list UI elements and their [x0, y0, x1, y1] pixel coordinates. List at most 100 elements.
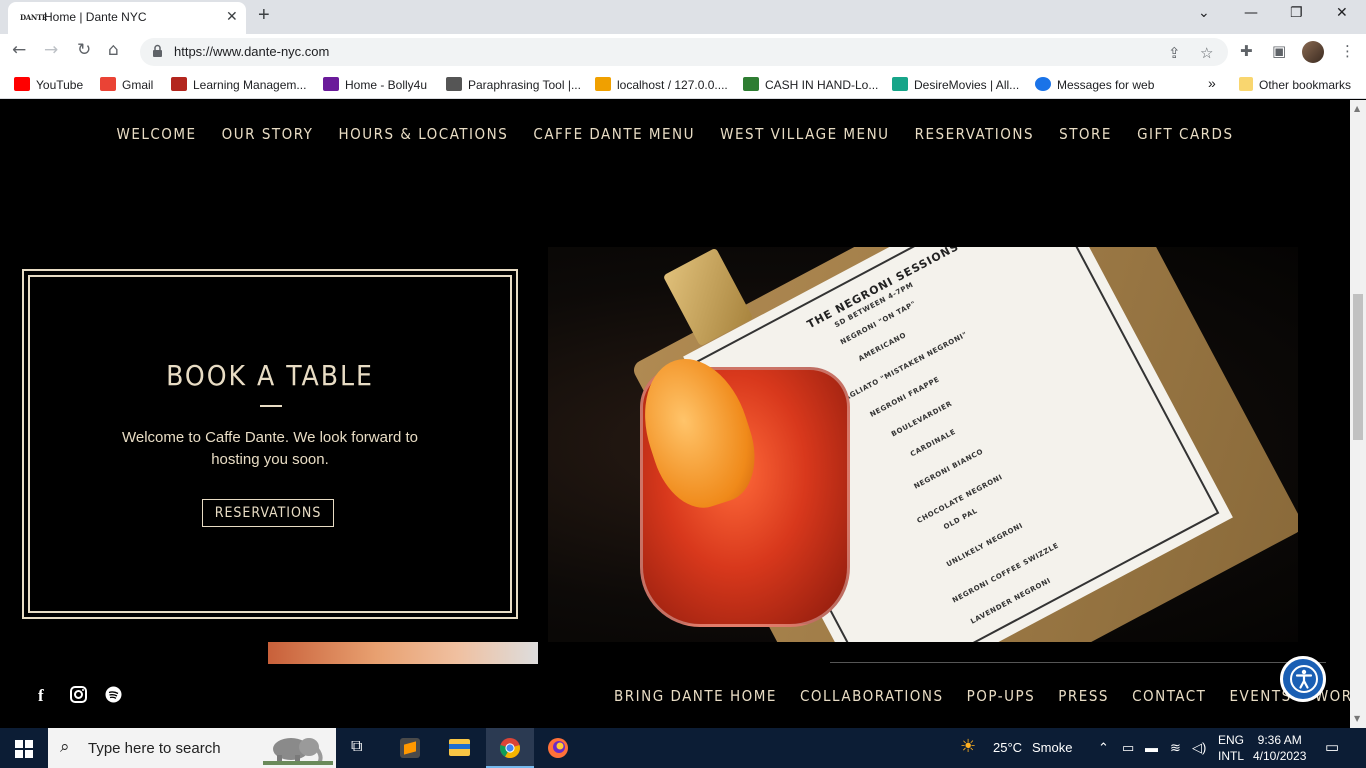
- sublime-text-app[interactable]: [386, 728, 434, 768]
- file-explorer-app[interactable]: [435, 728, 483, 768]
- bookmarks-bar: YouTube Gmail Learning Managem... Home -…: [0, 70, 1366, 99]
- dante-favicon-icon: DANTE: [20, 13, 47, 22]
- gmail-icon: [100, 77, 116, 91]
- title-divider: [260, 405, 282, 407]
- chrome-app[interactable]: [486, 728, 534, 768]
- footer-collaborations[interactable]: COLLABORATIONS: [800, 687, 944, 705]
- cash-icon: [743, 77, 759, 91]
- bookmark-localhost[interactable]: localhost / 127.0.0....: [595, 77, 728, 92]
- footer: f BRING DANTE HOME COLLABORATIONS POP-UP…: [0, 664, 1350, 728]
- bookmark-lms[interactable]: Learning Managem...: [171, 77, 306, 92]
- bookmark-label: localhost / 127.0.0....: [617, 78, 728, 92]
- bookmark-label: Messages for web: [1057, 78, 1155, 92]
- instagram-icon[interactable]: [70, 686, 87, 708]
- battery-icon[interactable]: ▬: [1145, 740, 1158, 755]
- other-bookmarks-label: Other bookmarks: [1259, 78, 1352, 92]
- web-page: WELCOME OUR STORY HOURS & LOCATIONS CAFF…: [0, 100, 1350, 728]
- nav-welcome[interactable]: WELCOME: [116, 125, 196, 143]
- bookmark-desiremovies[interactable]: DesireMovies | All...: [892, 77, 1019, 92]
- weather-icon[interactable]: ☀: [960, 736, 976, 757]
- tab-search-chevron-icon[interactable]: ⌄: [1198, 5, 1210, 21]
- footer-contact[interactable]: CONTACT: [1132, 687, 1206, 705]
- footer-pop-ups[interactable]: POP-UPS: [967, 687, 1036, 705]
- firefox-app[interactable]: [534, 728, 582, 768]
- bookmark-bolly4u[interactable]: Home - Bolly4u: [323, 77, 427, 92]
- clock-time: 9:36 AM: [1257, 733, 1302, 747]
- new-tab-icon[interactable]: +: [258, 4, 270, 27]
- nav-store[interactable]: STORE: [1059, 125, 1112, 143]
- page-scrollbar[interactable]: ▲ ▼: [1350, 100, 1366, 728]
- nav-reservations[interactable]: RESERVATIONS: [915, 125, 1034, 143]
- minimize-icon[interactable]: —: [1244, 5, 1258, 21]
- phpmyadmin-icon: [595, 77, 611, 91]
- share-icon[interactable]: ⇪: [1168, 44, 1181, 62]
- negroni-hero-image: THE NEGRONI SESSIONS SD BETWEEN 4-7PM NE…: [548, 247, 1298, 642]
- tab-title: Home | Dante NYC: [44, 10, 147, 24]
- windows-start-icon[interactable]: [15, 740, 33, 758]
- system-clock[interactable]: 9:36 AM 4/10/2023: [1253, 732, 1306, 764]
- reservations-button[interactable]: RESERVATIONS: [202, 499, 334, 527]
- tray-chevron-icon[interactable]: ⌃: [1098, 740, 1109, 756]
- messages-icon: [1035, 77, 1051, 91]
- nav-caffe-dante-menu[interactable]: CAFFE DANTE MENU: [533, 125, 695, 143]
- accessibility-icon[interactable]: [1280, 656, 1326, 702]
- taskbar-search-placeholder: Type here to search: [88, 740, 221, 757]
- language-code: ENG: [1218, 733, 1245, 747]
- weather-condition[interactable]: Smoke: [1032, 740, 1072, 755]
- nav-gift-cards[interactable]: GIFT CARDS: [1137, 125, 1233, 143]
- bookmark-youtube[interactable]: YouTube: [14, 77, 83, 92]
- bookmark-gmail[interactable]: Gmail: [100, 77, 153, 92]
- forward-icon[interactable]: →: [44, 40, 58, 60]
- reload-icon[interactable]: ↻: [77, 40, 91, 60]
- book-a-table-panel: BOOK A TABLE Welcome to Caffe Dante. We …: [22, 269, 518, 619]
- scroll-down-icon[interactable]: ▼: [1354, 714, 1360, 723]
- tab-close-icon[interactable]: ✕: [226, 9, 238, 25]
- restore-icon[interactable]: ❐: [1290, 5, 1303, 21]
- bookmark-messages[interactable]: Messages for web: [1035, 77, 1154, 92]
- chrome-icon: [500, 738, 520, 759]
- url-text: https://www.dante-nyc.com: [174, 44, 330, 59]
- taskbar-search-box[interactable]: ⌕ Type here to search: [48, 728, 336, 768]
- weather-temp[interactable]: 25°C: [993, 740, 1022, 755]
- volume-icon[interactable]: ◁): [1192, 740, 1206, 756]
- footer-press[interactable]: PRESS: [1058, 687, 1109, 705]
- bookmark-label: Home - Bolly4u: [345, 78, 428, 92]
- footer-bring-dante-home[interactable]: BRING DANTE HOME: [614, 687, 777, 705]
- other-bookmarks[interactable]: Other bookmarks: [1239, 77, 1351, 92]
- window-close-icon[interactable]: ✕: [1336, 5, 1348, 21]
- home-icon[interactable]: ⌂: [108, 40, 119, 60]
- footer-nav: BRING DANTE HOME COLLABORATIONS POP-UPS …: [614, 686, 1350, 705]
- facebook-icon[interactable]: f: [38, 686, 44, 706]
- scroll-up-icon[interactable]: ▲: [1354, 104, 1360, 113]
- profile-avatar[interactable]: [1302, 41, 1324, 63]
- clock-date: 4/10/2023: [1253, 749, 1307, 763]
- scroll-thumb[interactable]: [1353, 294, 1363, 440]
- bookmark-cash[interactable]: CASH IN HAND-Lo...: [743, 77, 878, 92]
- input-language[interactable]: ENG INTL: [1218, 732, 1244, 764]
- book-a-table-title: BOOK A TABLE: [166, 359, 374, 392]
- browser-tab[interactable]: DANTE Home | Dante NYC ✕: [8, 2, 246, 34]
- meet-now-icon[interactable]: ▭: [1122, 740, 1134, 756]
- nav-west-village-menu[interactable]: WEST VILLAGE MENU: [720, 125, 889, 143]
- lock-icon[interactable]: [152, 44, 163, 58]
- bookmark-paraphrasing[interactable]: Paraphrasing Tool |...: [446, 77, 581, 92]
- spotify-icon[interactable]: [105, 686, 122, 708]
- browser-toolbar: ← → ↻ ⌂ https://www.dante-nyc.com ⇪ ☆ ✚ …: [0, 34, 1366, 70]
- nav-our-story[interactable]: OUR STORY: [222, 125, 314, 143]
- search-icon: ⌕: [60, 737, 70, 757]
- wifi-icon[interactable]: ≋: [1170, 740, 1181, 756]
- back-icon[interactable]: ←: [12, 40, 26, 60]
- nav-hours-locations[interactable]: HOURS & LOCATIONS: [339, 125, 509, 143]
- notifications-icon[interactable]: ▭: [1325, 738, 1339, 756]
- bookmarks-overflow-icon[interactable]: »: [1208, 75, 1216, 91]
- side-panel-icon[interactable]: ▣: [1272, 42, 1286, 60]
- more-menu-icon[interactable]: ⋮: [1340, 42, 1355, 60]
- lms-icon: [171, 77, 187, 91]
- folder-icon: [1239, 77, 1253, 91]
- desiremovies-icon: [892, 77, 908, 91]
- bookmark-label: DesireMovies | All...: [914, 78, 1020, 92]
- bookmark-star-icon[interactable]: ☆: [1200, 44, 1213, 62]
- extensions-icon[interactable]: ✚: [1240, 42, 1253, 60]
- address-bar[interactable]: https://www.dante-nyc.com ⇪ ☆: [140, 38, 1228, 66]
- task-view-icon[interactable]: ⧉: [351, 738, 362, 756]
